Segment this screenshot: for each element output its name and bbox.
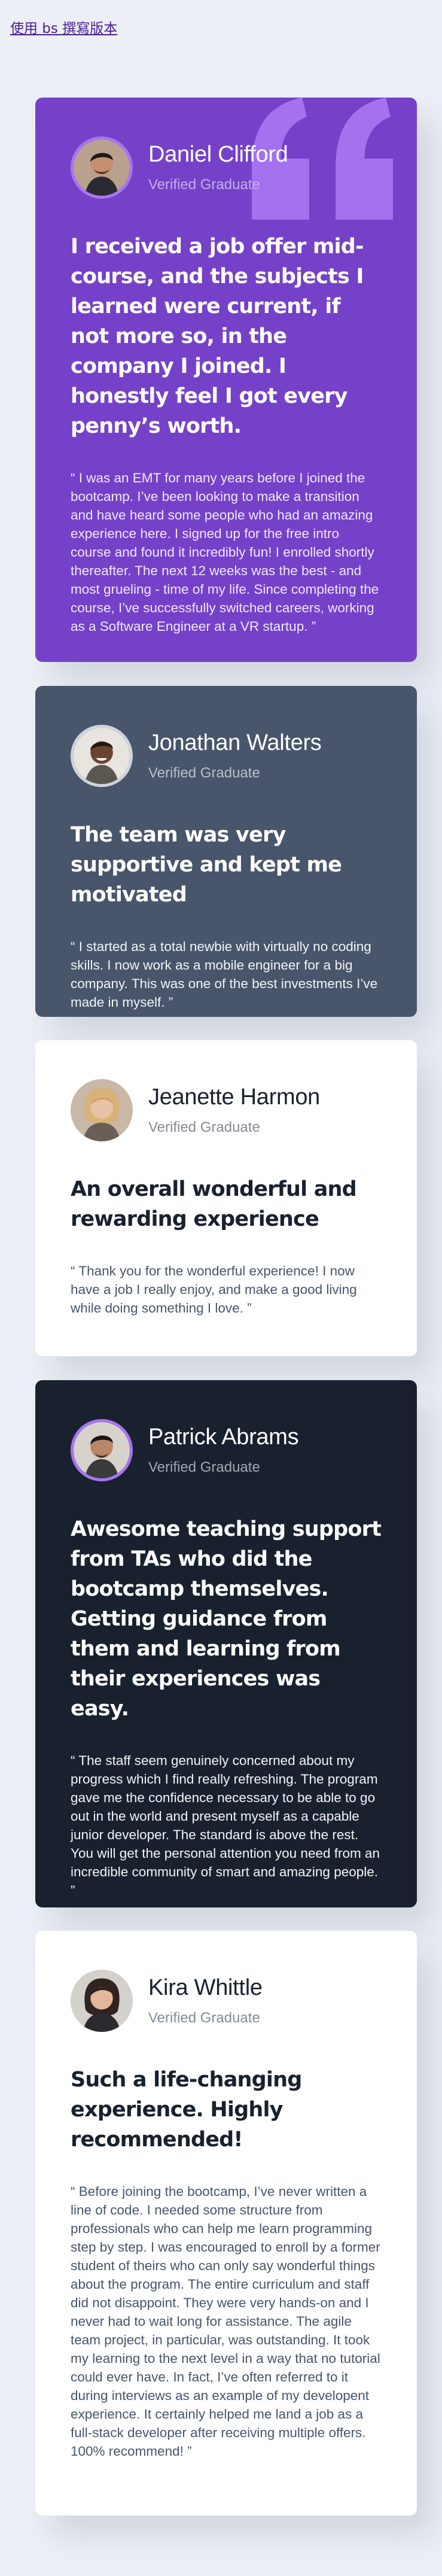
- author-role: Verified Graduate: [148, 1119, 260, 1135]
- testimonial-quote: “ I was an EMT for many years before I j…: [71, 470, 379, 634]
- avatar: [71, 1970, 133, 2032]
- testimonial-headline: Awesome teaching support from TAs who di…: [71, 1517, 382, 1721]
- testimonial-headline: An overall wonderful and rewarding exper…: [71, 1177, 357, 1231]
- testimonial-quote: “ The staff seem genuinely concerned abo…: [71, 1753, 380, 1898]
- author-name: Jonathan Walters: [148, 730, 322, 755]
- testimonial-card-daniel: Daniel Clifford Verified Graduate I rece…: [35, 98, 417, 662]
- testimonial-card-kira: Kira Whittle Verified Graduate Such a li…: [35, 1931, 417, 2516]
- author-name: Patrick Abrams: [148, 1424, 299, 1450]
- avatar: [71, 1079, 133, 1141]
- avatar: [71, 725, 133, 787]
- card-header: Daniel Clifford Verified Graduate: [71, 133, 382, 202]
- testimonial-headline: I received a job offer mid-course, and t…: [71, 235, 364, 438]
- testimonial-card-jonathan: Jonathan Walters Verified Graduate The t…: [35, 686, 417, 1017]
- testimonial-quote: “ Thank you for the wonderful experience…: [71, 1263, 357, 1316]
- card-header: Jeanette Harmon Verified Graduate: [71, 1076, 382, 1144]
- author-name: Daniel Clifford: [148, 142, 288, 167]
- card-header: Patrick Abrams Verified Graduate: [71, 1416, 382, 1484]
- card-header: Jonathan Walters Verified Graduate: [71, 722, 382, 790]
- author-name: Kira Whittle: [148, 1975, 263, 2000]
- bs-version-link[interactable]: 使用 bs 撰寫版本: [10, 17, 117, 37]
- testimonial-headline: The team was very supportive and kept me…: [71, 823, 342, 907]
- author-role: Verified Graduate: [148, 1459, 260, 1475]
- author-role: Verified Graduate: [148, 177, 260, 193]
- testimonial-quote: “ I started as a total newbie with virtu…: [71, 939, 378, 1010]
- author-name: Jeanette Harmon: [148, 1085, 320, 1110]
- testimonial-card-jeanette: Jeanette Harmon Verified Graduate An ove…: [35, 1040, 417, 1356]
- testimonial-headline: Such a life-changing experience. Highly …: [71, 2068, 302, 2152]
- avatar: [71, 1419, 133, 1481]
- testimonial-card-patrick: Patrick Abrams Verified Graduate Awesome…: [35, 1380, 417, 1907]
- author-role: Verified Graduate: [148, 765, 260, 781]
- testimonial-quote: “ Before joining the bootcamp, I’ve neve…: [71, 2184, 380, 2459]
- card-header: Kira Whittle Verified Graduate: [71, 1967, 382, 2035]
- author-role: Verified Graduate: [148, 2010, 260, 2026]
- avatar: [71, 136, 133, 199]
